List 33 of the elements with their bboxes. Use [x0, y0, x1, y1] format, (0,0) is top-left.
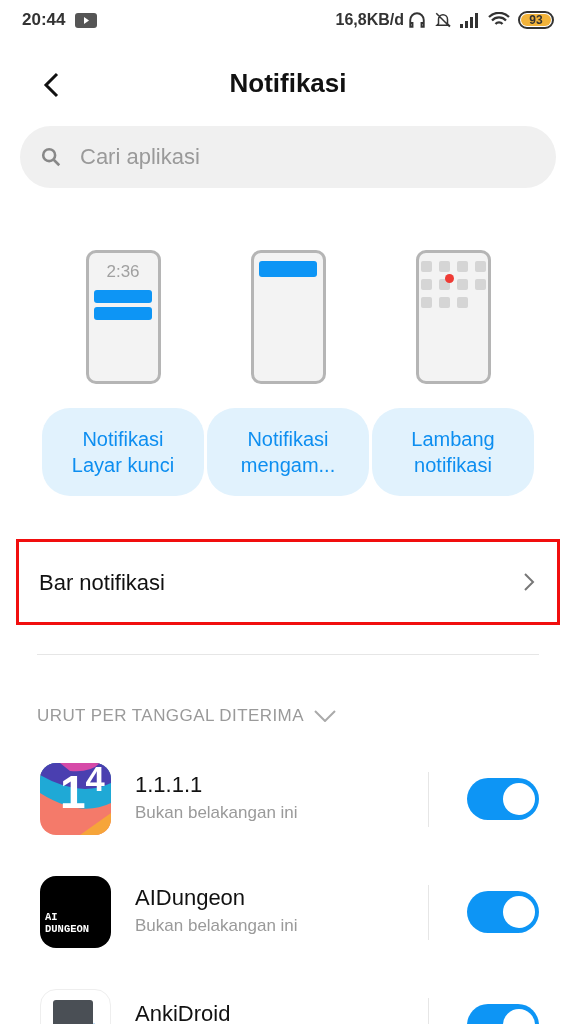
app-subtitle: Bukan belakangan ini: [135, 915, 299, 938]
chevron-down-icon: [313, 709, 336, 722]
clock-text: 2:36: [106, 261, 140, 283]
page-title: Notifikasi: [229, 66, 347, 100]
toggle-switch[interactable]: [467, 778, 539, 820]
app-row[interactable]: AI DUNGEON AIDungeon Bukan belakangan ini: [0, 855, 576, 969]
signal-icon: [460, 12, 480, 28]
app-name: AIDungeon: [135, 885, 247, 912]
section-header: URUT PER TANGGAL DITERIMA: [37, 705, 304, 727]
notification-banner: [94, 307, 152, 321]
app-subtitle: Bukan belakangan ini: [135, 802, 299, 825]
app-row[interactable]: AnkiDroid: [0, 968, 576, 1024]
app-name: 1.1.1.1: [135, 772, 204, 799]
notification-bar-row[interactable]: Bar notifikasi: [16, 539, 560, 625]
muted-bell-icon: [434, 11, 452, 29]
search-icon: [40, 146, 62, 168]
icon-text: 1$^{4}$: [60, 769, 105, 815]
toggle-switch[interactable]: [467, 891, 539, 933]
wifi-icon: [488, 12, 510, 28]
app-row[interactable]: 1$^{4}$ 1.1.1.1 Bukan belakangan ini: [0, 742, 576, 856]
video-icon: [75, 12, 98, 28]
icon-text: AI DUNGEON: [45, 910, 90, 936]
app-name: AnkiDroid: [135, 1001, 232, 1024]
back-icon: [42, 72, 60, 98]
app-icon: [40, 763, 111, 835]
notification-banner: [259, 261, 317, 277]
chevron-right-icon: [523, 573, 535, 591]
headphones-icon: [408, 11, 426, 29]
network-speed: 16,8KB/d: [335, 10, 404, 30]
battery-indicator: 93: [518, 11, 554, 29]
notification-banner: [94, 290, 152, 304]
search-field[interactable]: Cari aplikasi: [20, 126, 556, 188]
status-time: 20:44: [22, 9, 66, 32]
